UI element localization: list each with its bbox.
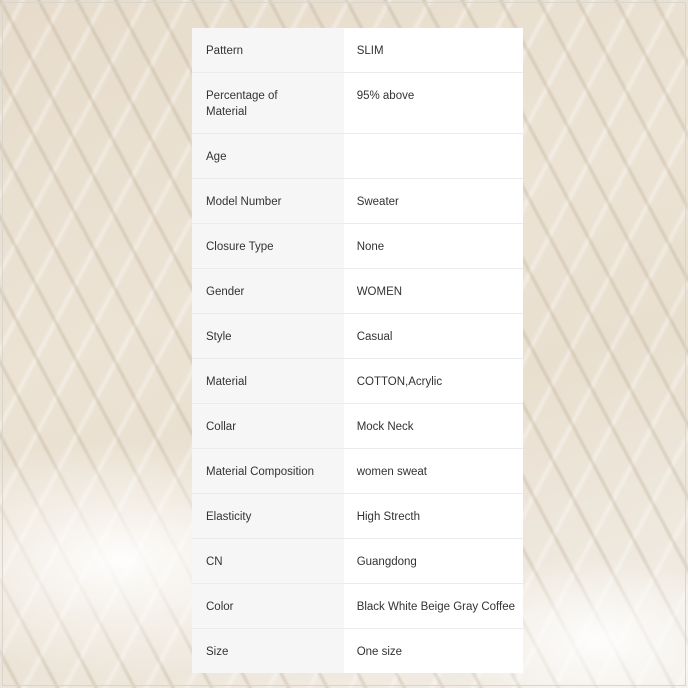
spec-value: Mock Neck [356,421,414,433]
spec-row-closure-type: Closure Type None [192,223,523,269]
spec-label: Size [192,628,344,673]
spec-row-pattern: Pattern SLIM [192,28,523,73]
spec-row-gender: Gender WOMEN [192,268,523,314]
spec-row-color: Color Black White Beige Gray Coffee [192,583,523,629]
spec-row-size: Size One size [192,628,523,673]
spec-label: CN [192,538,344,584]
spec-value [344,134,523,179]
spec-row-cn: CN Guangdong [192,538,523,584]
spec-row-percentage-of-material: Percentage of Material 95% above [192,72,523,134]
spec-value: COTTON,Acrylic [356,376,443,388]
spec-value: None [356,241,385,253]
spec-label-text: Percentage of Material [206,90,278,118]
spec-label: Material Composition [192,448,344,494]
spec-row-material: Material COTTON,Acrylic [192,358,523,404]
spec-row-elasticity: Elasticity High Strecth [192,493,523,539]
spec-label: Color [192,583,344,629]
spec-label: Model Number [192,178,344,224]
spec-value: women sweat [356,466,427,478]
spec-value: Black White Beige Gray Coffee [356,601,515,613]
product-spec-table: Pattern SLIM Percentage of Material 95% … [192,28,523,673]
spec-row-style: Style Casual [192,313,523,359]
spec-label: Gender [192,268,344,314]
spec-value: Sweater [356,196,399,208]
spec-row-model-number: Model Number Sweater [192,178,523,224]
spec-label: Age [192,133,344,179]
spec-value: SLIM [356,45,384,57]
spec-label: Closure Type [192,223,344,269]
spec-label: Collar [192,403,344,449]
spec-label: Material [192,358,344,404]
spec-label: Elasticity [192,493,344,539]
spec-value: High Strecth [356,511,420,523]
spec-label: Style [192,313,344,359]
spec-value: Casual [356,331,393,343]
spec-label: Percentage of Material [192,72,344,134]
spec-row-collar: Collar Mock Neck [192,403,523,449]
spec-value: One size [356,646,403,658]
spec-row-age: Age [192,133,523,179]
spec-row-material-composition: Material Composition women sweat [192,448,523,494]
spec-value: 95% above [356,90,415,102]
spec-value: Guangdong [356,556,417,568]
spec-label: Pattern [192,28,344,73]
spec-value: WOMEN [356,286,403,298]
